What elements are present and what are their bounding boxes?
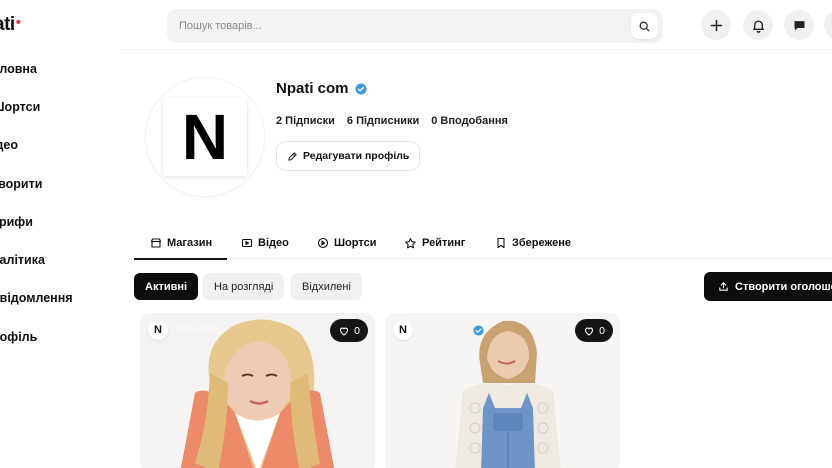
sidebar-item-create[interactable]: творити [0, 177, 42, 191]
add-button[interactable] [701, 10, 731, 40]
brand-logo[interactable]: ati• [0, 14, 21, 36]
account-button[interactable] [824, 10, 832, 40]
header-divider [118, 49, 832, 50]
play-circle-icon [317, 237, 329, 249]
create-listing-label: Створити оголошен [735, 280, 832, 293]
profile-name: Npati com [276, 80, 349, 97]
tab-video-label: Відео [258, 237, 289, 249]
notifications-button[interactable] [743, 10, 773, 40]
edit-profile-button[interactable]: Редагувати профіль [276, 141, 421, 171]
sidebar-item-shorts[interactable]: Шортси [0, 100, 40, 114]
profile-stats: 2 Підписки 6 Підписники 0 Вподобання [276, 115, 508, 127]
brand-logo-dot: • [15, 14, 21, 31]
sidebar-item-analytics[interactable]: налітика [0, 253, 45, 267]
like-count: 0 [354, 324, 360, 337]
tab-saved[interactable]: Збережене [495, 227, 571, 259]
verified-badge-icon [473, 325, 484, 336]
sidebar-item-tariffs[interactable]: арифи [0, 215, 33, 229]
filter-rejected-button[interactable]: Відхилені [291, 273, 362, 300]
sidebar-item-profile[interactable]: рофіль [0, 330, 37, 344]
chat-icon [794, 20, 804, 30]
heart-icon [340, 327, 349, 336]
tab-shop-label: Магазин [167, 237, 213, 249]
sidebar-item-messages[interactable]: овідомлення [0, 291, 73, 305]
shop-icon [150, 238, 162, 248]
search-icon [639, 21, 650, 31]
heart-icon [585, 327, 594, 336]
like-button[interactable]: 0 [330, 319, 368, 342]
like-button[interactable]: 0 [575, 319, 613, 342]
like-count: 0 [599, 324, 605, 337]
tab-shop[interactable]: Магазин [133, 227, 228, 260]
sidebar-item-video[interactable]: ідео [0, 138, 18, 152]
avatar-letter: N [163, 98, 247, 176]
profile-avatar: N [146, 78, 264, 196]
tab-shorts-label: Шортси [334, 237, 377, 249]
edit-profile-label: Редагувати профіль [303, 150, 410, 162]
star-icon [405, 237, 416, 248]
upload-icon [719, 282, 728, 291]
profile-tabs: Магазин Відео Шортси Рейтинг Збережене [133, 227, 832, 260]
tab-video[interactable]: Відео [241, 227, 289, 259]
plus-icon [710, 19, 722, 31]
search-bar [167, 9, 663, 43]
search-button[interactable] [631, 13, 658, 39]
following-count[interactable]: 2 Підписки [276, 115, 335, 127]
create-listing-button[interactable]: Створити оголошен [704, 272, 832, 301]
tab-shorts[interactable]: Шортси [317, 227, 376, 259]
video-icon [241, 238, 253, 248]
search-input[interactable] [179, 20, 663, 32]
sidebar-item-home[interactable]: оловна [0, 62, 37, 76]
messages-button[interactable] [784, 10, 814, 40]
followers-count[interactable]: 6 Підписники [347, 115, 419, 127]
pencil-icon [288, 151, 297, 161]
bell-icon [752, 19, 764, 33]
brand-logo-text: ati [0, 14, 15, 35]
bookmark-icon [497, 237, 505, 249]
seller-avatar[interactable]: N [393, 320, 413, 340]
tab-saved-label: Збережене [512, 237, 572, 249]
filter-review-button[interactable]: На розгляді [203, 273, 285, 300]
tab-rating[interactable]: Рейтинг [404, 227, 465, 259]
product-card[interactable]: N 0 [385, 313, 620, 468]
seller-avatar[interactable]: N [148, 320, 168, 340]
product-card[interactable]: N npati.com 0 [140, 313, 375, 468]
seller-name[interactable]: npati.com [173, 324, 216, 335]
likes-count: 0 Вподобання [431, 115, 508, 127]
filter-active-button[interactable]: Активні [134, 273, 199, 300]
tab-rating-label: Рейтинг [422, 237, 466, 249]
verified-badge-icon [355, 83, 367, 95]
